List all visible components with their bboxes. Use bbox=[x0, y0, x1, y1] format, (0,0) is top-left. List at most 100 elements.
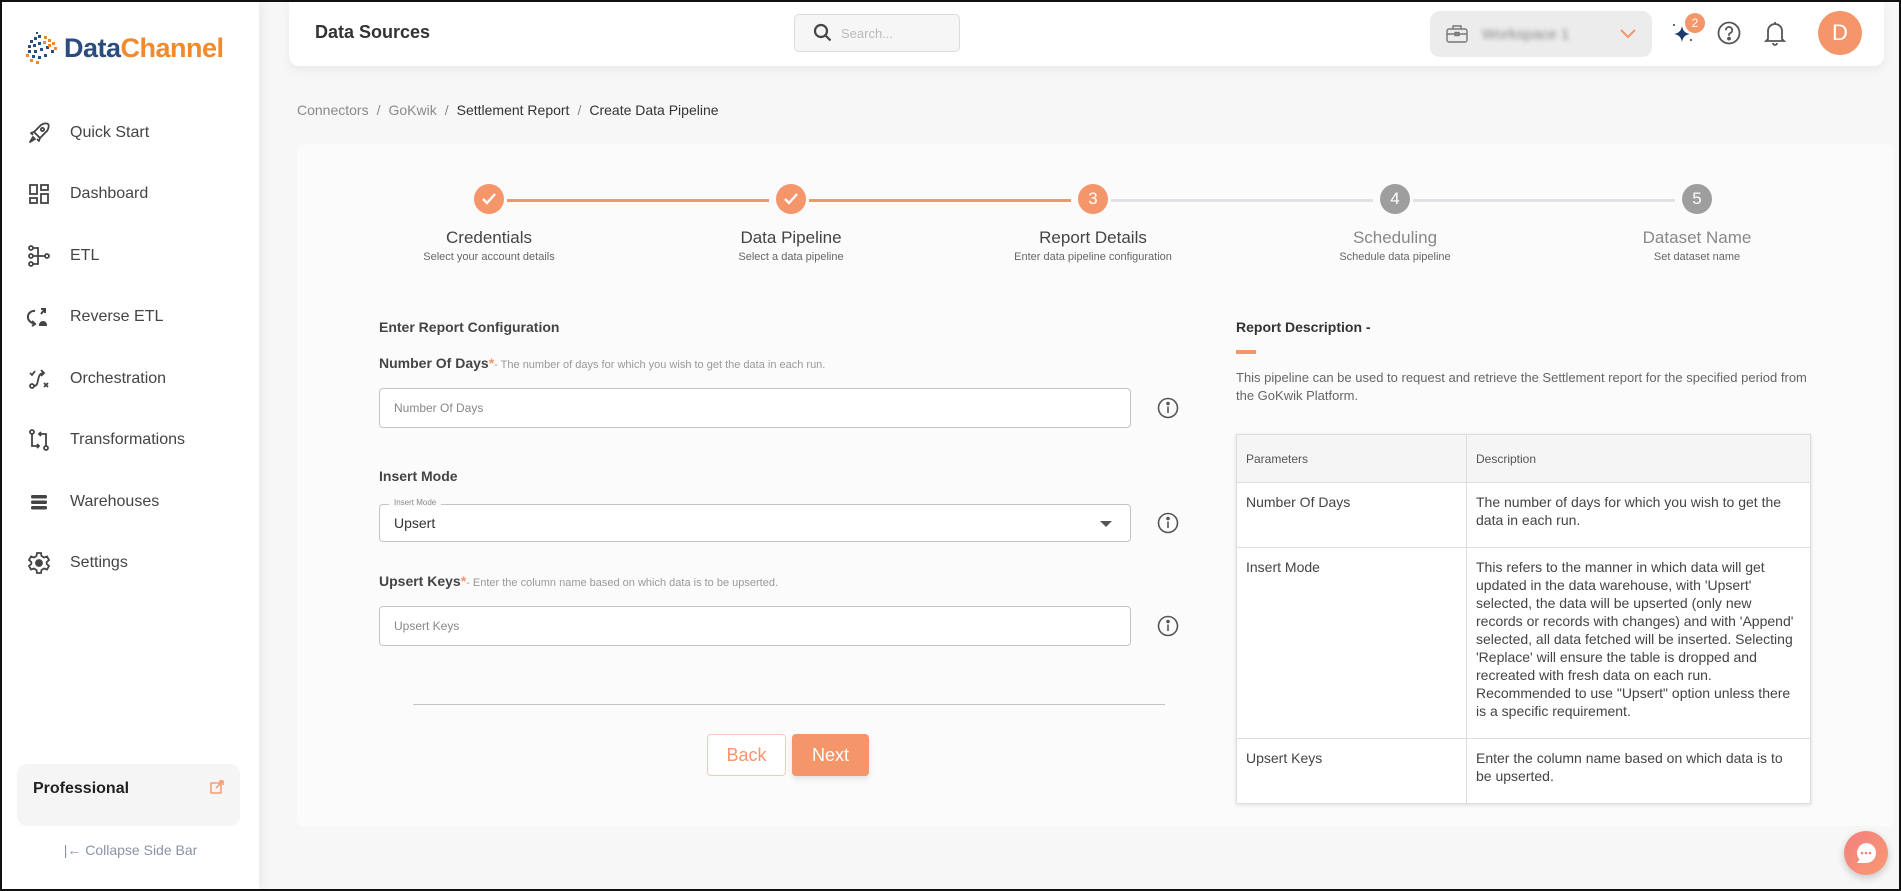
breadcrumb-settlement-report[interactable]: Settlement Report bbox=[457, 102, 570, 118]
sidebar-item-orchestration[interactable]: Orchestration bbox=[2, 348, 259, 410]
table-header-row: Parameters Description bbox=[1236, 434, 1811, 483]
search-input[interactable] bbox=[841, 25, 941, 41]
sidebar-item-label: Orchestration bbox=[70, 369, 167, 387]
sidebar-item-dashboard[interactable]: Dashboard bbox=[2, 164, 259, 226]
workspace-selector[interactable]: Workspace 1 bbox=[1430, 11, 1652, 57]
insert-mode-row: Insert Mode Upsert bbox=[379, 498, 1199, 542]
sidebar-item-reverse-etl[interactable]: Reverse ETL bbox=[2, 287, 259, 349]
select-value: Upsert bbox=[394, 515, 436, 531]
step-credentials[interactable]: Credentials Select your account details bbox=[369, 184, 609, 263]
page-title: Data Sources bbox=[315, 22, 431, 42]
info-icon[interactable] bbox=[1157, 512, 1179, 534]
table-cell-parameter: Upsert Keys bbox=[1236, 738, 1467, 804]
breadcrumb: Connectors / GoKwik / Settlement Report / Crea… bbox=[297, 102, 719, 118]
plan-name: Professional bbox=[33, 780, 130, 797]
notifications-button[interactable] bbox=[1759, 12, 1791, 54]
next-button[interactable]: Next bbox=[792, 734, 869, 776]
breadcrumb-connectors[interactable]: Connectors bbox=[297, 102, 369, 118]
field-hint: - The number of days for which you wish … bbox=[494, 359, 826, 371]
collapse-arrow-icon: |← bbox=[63, 842, 86, 858]
step-title: Dataset Name bbox=[1642, 228, 1752, 247]
breadcrumb-separator: / bbox=[444, 102, 449, 118]
title-accent-bar bbox=[1236, 350, 1256, 354]
insert-mode-select[interactable]: Insert Mode Upsert bbox=[379, 498, 1131, 542]
dashboard-icon bbox=[26, 181, 52, 207]
help-button[interactable] bbox=[1713, 12, 1745, 54]
form-actions: Back Next bbox=[707, 734, 869, 776]
sidebar-nav: Quick Start Dashboard ETL Reverse ETL Or… bbox=[2, 102, 259, 594]
number-of-days-row bbox=[379, 388, 1199, 428]
orchestration-icon bbox=[26, 366, 52, 392]
collapse-sidebar-button[interactable]: |← Collapse Side Bar bbox=[2, 842, 259, 858]
sidebar-item-label: Transformations bbox=[70, 431, 185, 449]
external-link-icon[interactable] bbox=[210, 780, 224, 799]
upsert-keys-row bbox=[379, 606, 1199, 646]
step-complete-check-icon bbox=[474, 184, 504, 214]
report-config-form: Enter Report Configuration Number Of Day… bbox=[379, 319, 1199, 646]
search-box[interactable] bbox=[794, 14, 960, 52]
logo-text-data: Data bbox=[64, 32, 121, 63]
header-icons: 2 bbox=[1667, 12, 1791, 54]
sidebar-item-label: Dashboard bbox=[70, 185, 149, 203]
step-number: 5 bbox=[1682, 184, 1712, 214]
logo-text: DataChannel bbox=[64, 33, 224, 64]
sidebar-item-label: ETL bbox=[70, 246, 100, 264]
form-divider bbox=[413, 704, 1165, 705]
form-section-title: Enter Report Configuration bbox=[379, 319, 560, 335]
logo[interactable]: DataChannel bbox=[24, 30, 224, 66]
sidebar: DataChannel Quick Start Dashboard ETL Re… bbox=[2, 2, 259, 889]
info-icon[interactable] bbox=[1157, 397, 1179, 419]
chevron-down-icon bbox=[1620, 29, 1636, 39]
report-description: Report Description - This pipeline can b… bbox=[1236, 319, 1811, 804]
upsert-keys-input[interactable] bbox=[379, 606, 1131, 646]
etl-icon bbox=[26, 243, 52, 269]
table-cell-parameter: Number Of Days bbox=[1236, 482, 1467, 548]
sidebar-item-label: Warehouses bbox=[70, 492, 160, 510]
avatar[interactable]: D bbox=[1818, 11, 1862, 55]
sidebar-item-label: Settings bbox=[70, 554, 128, 572]
breadcrumb-current: Create Data Pipeline bbox=[589, 102, 719, 118]
field-label-text: Number Of Days bbox=[379, 355, 489, 371]
sidebar-item-warehouses[interactable]: Warehouses bbox=[2, 471, 259, 533]
number-of-days-input[interactable] bbox=[379, 388, 1131, 428]
pipeline-card: Credentials Select your account details … bbox=[297, 144, 1894, 826]
sidebar-item-quick-start[interactable]: Quick Start bbox=[2, 102, 259, 164]
search-icon bbox=[813, 23, 832, 42]
datachannel-logo-icon bbox=[26, 32, 57, 64]
parameters-table: Parameters Description Number Of Days Th… bbox=[1236, 434, 1811, 804]
table-header-description: Description bbox=[1466, 434, 1811, 483]
sidebar-item-settings[interactable]: Settings bbox=[2, 533, 259, 595]
info-icon[interactable] bbox=[1157, 615, 1179, 637]
step-subtitle: Enter data pipeline configuration bbox=[1014, 251, 1172, 263]
bell-icon bbox=[1763, 22, 1787, 46]
briefcase-icon bbox=[1446, 25, 1468, 43]
table-cell-description: Enter the column name based on which dat… bbox=[1466, 738, 1811, 804]
step-title: Scheduling bbox=[1352, 228, 1438, 247]
field-hint: - Enter the column name based on which d… bbox=[466, 577, 779, 589]
number-of-days-label: Number Of Days*- The number of days for … bbox=[379, 355, 1199, 371]
back-button[interactable]: Back bbox=[707, 734, 786, 776]
sidebar-item-transformations[interactable]: Transformations bbox=[2, 410, 259, 472]
ai-sparkle-button[interactable]: 2 bbox=[1667, 12, 1705, 54]
breadcrumb-separator: / bbox=[376, 102, 381, 118]
top-header: Data Sources Workspace 1 2 D bbox=[289, 2, 1884, 66]
step-subtitle: Select your account details bbox=[423, 251, 555, 263]
sidebar-item-etl[interactable]: ETL bbox=[2, 225, 259, 287]
table-cell-parameter: Insert Mode bbox=[1236, 547, 1467, 739]
step-data-pipeline[interactable]: Data Pipeline Select a data pipeline bbox=[671, 184, 911, 263]
report-description-text: This pipeline can be used to request and… bbox=[1236, 370, 1807, 403]
chat-support-button[interactable] bbox=[1844, 831, 1888, 875]
reverse-etl-icon bbox=[26, 304, 52, 330]
breadcrumb-gokwik[interactable]: GoKwik bbox=[388, 102, 436, 118]
step-report-details: 3 Report Details Enter data pipeline con… bbox=[973, 184, 1213, 263]
sidebar-item-label: Reverse ETL bbox=[70, 308, 164, 326]
gear-icon bbox=[26, 550, 52, 576]
table-cell-description: The number of days for which you wish to… bbox=[1466, 482, 1811, 548]
report-description-title: Report Description - bbox=[1236, 319, 1371, 335]
step-scheduling: 4 Scheduling Schedule data pipeline bbox=[1275, 184, 1515, 263]
plan-card[interactable]: Professional bbox=[17, 764, 240, 826]
help-icon bbox=[1717, 21, 1741, 45]
step-complete-check-icon bbox=[776, 184, 806, 214]
step-title: Credentials bbox=[446, 228, 532, 247]
step-number: 3 bbox=[1078, 184, 1108, 214]
